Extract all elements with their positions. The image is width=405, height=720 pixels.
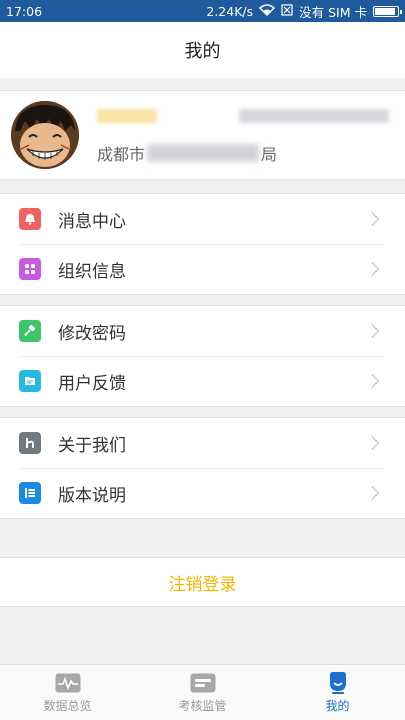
menu-item-user-feedback[interactable]: 用户反馈: [0, 356, 405, 406]
org-prefix: 成都市: [97, 145, 146, 164]
menu-item-message-center[interactable]: 消息中心: [0, 194, 405, 244]
menu-item-about-us[interactable]: 关于我们: [0, 418, 405, 468]
status-time: 17:06: [6, 3, 43, 19]
bottom-tab-bar: 数据总览 考核监管 我的: [0, 664, 405, 720]
grid-icon: [19, 258, 41, 280]
list-icon: [19, 482, 41, 504]
menu-group-1: 消息中心 组织信息: [0, 193, 405, 295]
tab-label: 我的: [325, 698, 350, 713]
tab-label: 考核监管: [178, 698, 227, 713]
menu-group-2: 修改密码 用户反馈: [0, 305, 405, 407]
redacted-name-block: [97, 109, 157, 123]
chevron-right-icon: [364, 435, 380, 451]
chevron-right-icon: [364, 323, 380, 339]
profile-card[interactable]: 成都市 局: [0, 90, 405, 180]
chevron-right-icon: [364, 485, 380, 501]
tab-assessment-supervision[interactable]: 考核监管: [135, 665, 270, 720]
menu-item-label: 修改密码: [58, 323, 126, 344]
redacted-id-block: [239, 109, 389, 123]
menu-item-org-info[interactable]: 组织信息: [0, 244, 405, 294]
menu-group-3: 关于我们 版本说明: [0, 417, 405, 519]
redacted-org-block: [147, 144, 260, 162]
hammer-icon: [19, 320, 41, 342]
status-bar: 17:06 2.24K/s 没有 SIM 卡: [0, 0, 405, 22]
org-name: 成都市 局: [97, 141, 405, 165]
sim-status: 没有 SIM 卡: [299, 4, 367, 20]
tab-mine[interactable]: 我的: [270, 665, 405, 720]
chevron-right-icon: [364, 261, 380, 277]
pulse-icon: [55, 672, 81, 694]
battery-icon: [373, 5, 402, 17]
avatar[interactable]: [11, 101, 79, 169]
bell-icon: [19, 208, 41, 230]
feedback-icon: [19, 370, 41, 392]
org-suffix: 局: [261, 145, 278, 164]
chevron-right-icon: [364, 211, 380, 227]
h-icon: [19, 432, 41, 454]
menu-item-label: 关于我们: [58, 435, 126, 456]
network-speed: 2.24K/s: [206, 3, 254, 19]
menu-item-change-password[interactable]: 修改密码: [0, 306, 405, 356]
menu-item-label: 消息中心: [58, 211, 126, 232]
logout-label: 注销登录: [168, 574, 237, 595]
tab-data-overview[interactable]: 数据总览: [0, 665, 135, 720]
menu-item-version-notes[interactable]: 版本说明: [0, 468, 405, 518]
wifi-icon: [259, 3, 276, 19]
person-icon: [325, 671, 351, 694]
tab-label: 数据总览: [43, 698, 92, 713]
chevron-right-icon: [364, 373, 380, 389]
nav-bar: 我的: [0, 22, 405, 78]
logout-button[interactable]: 注销登录: [0, 557, 405, 607]
page-title: 我的: [184, 41, 221, 62]
menu-item-label: 用户反馈: [58, 373, 126, 394]
menu-item-label: 组织信息: [58, 261, 126, 282]
sim-slot-icon: [281, 3, 293, 19]
menu-item-label: 版本说明: [58, 485, 126, 506]
card-icon: [190, 672, 216, 694]
redacted-user-name: [97, 105, 405, 127]
